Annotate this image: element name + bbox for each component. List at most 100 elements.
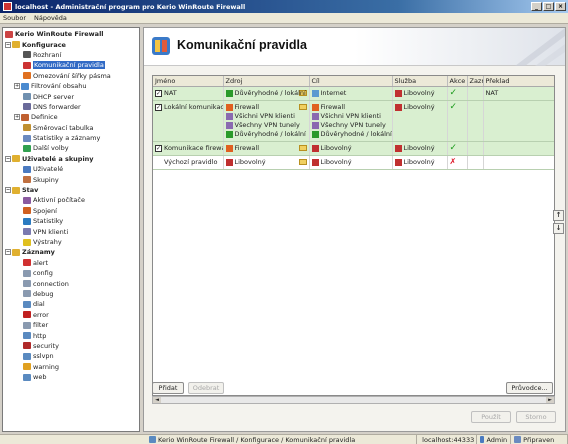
rule-service-cell[interactable]: Libovolný [392, 155, 448, 170]
tree-item-dns-forwarder[interactable]: DNS forwarder [3, 102, 139, 112]
tree-item-statistiky[interactable]: Statistiky [3, 216, 139, 226]
column-destination[interactable]: Cíl [309, 76, 393, 87]
tree-item-uzivatele[interactable]: Uživatelé [3, 164, 139, 174]
rule-dest-cell[interactable]: Internet [309, 86, 393, 101]
rule-service-cell[interactable]: Libovolný [392, 100, 448, 142]
column-source[interactable]: Zdroj [223, 76, 310, 87]
rule-name-cell[interactable]: ✓ NAT [153, 86, 224, 101]
tree-item-stav[interactable]: − Stav [3, 185, 139, 195]
tree-item-security[interactable]: security [3, 341, 139, 351]
tree-item-connection[interactable]: connection [3, 278, 139, 288]
rule-source-cell[interactable]: Důvěryhodné / lokální [223, 86, 310, 101]
tree-item-aktivni-pocitace[interactable]: Aktivní počítače [3, 195, 139, 205]
rule-translation-cell[interactable] [483, 155, 554, 170]
tree-item-filter[interactable]: filter [3, 320, 139, 330]
rule-translation-cell[interactable] [483, 100, 554, 142]
tree-item-debug[interactable]: debug [3, 289, 139, 299]
column-name[interactable]: Jméno [153, 76, 224, 87]
rule-service-cell[interactable]: Libovolný [392, 86, 448, 101]
tree-item-skupiny[interactable]: Skupiny [3, 174, 139, 184]
rule-log-cell[interactable] [467, 141, 484, 156]
tree-item-web[interactable]: web [3, 372, 139, 382]
move-down-button[interactable]: ↓ [553, 223, 564, 234]
rule-source-cell[interactable]: Firewall [223, 141, 310, 156]
tree-item-rozhrani[interactable]: Rozhraní [3, 50, 139, 60]
menu-help[interactable]: Nápověda [34, 14, 67, 22]
column-service[interactable]: Služba [392, 76, 448, 87]
rule-name-cell[interactable]: Výchozí pravidlo [153, 155, 224, 170]
minimize-button[interactable]: _ [531, 2, 542, 11]
tree-item-definice[interactable]: + Definice [3, 112, 139, 122]
collapse-icon[interactable]: − [5, 249, 11, 256]
tree-item-sslvpn[interactable]: sslvpn [3, 351, 139, 361]
reset-button[interactable]: Storno [516, 411, 556, 423]
remove-button[interactable]: Odebrat [188, 382, 224, 394]
expand-icon[interactable]: + [14, 114, 20, 121]
tree-item-vpn-klienti[interactable]: VPN klienti [3, 226, 139, 236]
table-row[interactable]: ✓ NAT Důvěryhodné / lokální Internet Libovol… [153, 86, 554, 101]
tree-item-vystrahy[interactable]: Výstrahy [3, 237, 139, 247]
horizontal-scrollbar[interactable]: ◄ ► [152, 396, 555, 404]
tree-item-dhcp-server[interactable]: DHCP server [3, 91, 139, 101]
tree-item-config[interactable]: config [3, 268, 139, 278]
tree-item-error[interactable]: error [3, 310, 139, 320]
tree-item-dial[interactable]: dial [3, 299, 139, 309]
rule-action-cell[interactable]: ✗ [447, 155, 468, 170]
tree-item-warning[interactable]: warning [3, 362, 139, 372]
rule-action-cell[interactable]: ✓ [447, 141, 468, 156]
rule-name-cell[interactable]: ✓ Lokální komunikace [153, 100, 224, 142]
tree-item-konfigurace[interactable]: − Konfigurace [3, 39, 139, 49]
tree-item-label: debug [33, 289, 54, 298]
tree-item-dalsi-volby[interactable]: Další volby [3, 143, 139, 153]
scroll-right-icon[interactable]: ► [546, 397, 554, 403]
tree-item-spojeni[interactable]: Spojení [3, 206, 139, 216]
tree-item-zaznamy[interactable]: − Záznamy [3, 247, 139, 257]
dial-icon [23, 300, 31, 308]
rule-name-cell[interactable]: ✓Komunikace firewallu [153, 141, 224, 156]
add-button[interactable]: Přidat [152, 382, 184, 394]
tree-item-label: web [33, 373, 47, 382]
collapse-icon[interactable]: − [5, 155, 11, 162]
rule-log-cell[interactable] [467, 86, 484, 101]
apply-button[interactable]: Použít [471, 411, 511, 423]
table-row[interactable]: ✓ Lokální komunikace Firewall Všichni VPN k… [153, 100, 554, 142]
tree-item-alert[interactable]: alert [3, 258, 139, 268]
rule-source-cell[interactable]: Libovolný [223, 155, 310, 170]
maximize-button[interactable]: □ [543, 2, 554, 11]
column-action[interactable]: Akce [447, 76, 468, 87]
expand-icon[interactable]: + [14, 83, 20, 90]
column-log[interactable]: Zazn [467, 76, 484, 87]
rule-enabled-checkbox[interactable]: ✓ [155, 89, 162, 97]
column-translation[interactable]: Překlad [483, 76, 554, 87]
rule-log-cell[interactable] [467, 100, 484, 142]
tree-item-uzivatele-a-skupiny[interactable]: − Uživatelé a skupiny [3, 154, 139, 164]
tree-item-http[interactable]: http [3, 330, 139, 340]
rule-enabled-checkbox[interactable]: ✓ [155, 103, 162, 111]
rule-dest-cell[interactable]: Firewall Všichni VPN klienti Všechny VPN t… [309, 100, 393, 142]
close-button[interactable]: × [555, 2, 566, 11]
rule-log-cell[interactable] [467, 155, 484, 170]
rule-action-cell[interactable]: ✓ [447, 100, 468, 142]
rule-source-cell[interactable]: Firewall Všichni VPN klienti Všechny VPN t… [223, 100, 310, 142]
collapse-icon[interactable]: − [5, 41, 11, 48]
rule-translation-cell[interactable] [483, 141, 554, 156]
rule-service-cell[interactable]: Libovolný [392, 141, 448, 156]
rule-enabled-checkbox[interactable]: ✓ [155, 144, 162, 152]
tree-item-smerovaci-tabulka[interactable]: Směrovací tabulka [3, 123, 139, 133]
rule-dest-cell[interactable]: Libovolný [309, 141, 393, 156]
wizard-button[interactable]: Průvodce... [506, 382, 553, 394]
collapse-icon[interactable]: − [5, 187, 11, 194]
move-up-button[interactable]: ↑ [553, 210, 564, 221]
tree-item-omezovani-sirky-pasma[interactable]: Omezování šířky pásma [3, 71, 139, 81]
table-row[interactable]: Výchozí pravidlo Libovolný Libovolný Libovo… [153, 155, 554, 170]
rule-dest-cell[interactable]: Libovolný [309, 155, 393, 170]
scroll-left-icon[interactable]: ◄ [153, 397, 161, 403]
tree-item-statistiky-a-zaznamy[interactable]: Statistiky a záznamy [3, 133, 139, 143]
rule-action-cell[interactable]: ✓ [447, 86, 468, 101]
tree-item-kerio-winroute-firewall[interactable]: Kerio WinRoute Firewall [3, 29, 139, 39]
table-row[interactable]: ✓Komunikace firewalluFirewallLibovolnýLi… [153, 141, 554, 156]
tree-item-komunikacni-pravidla[interactable]: Komunikační pravidla [3, 60, 139, 70]
tree-item-filtrovani-obsahu[interactable]: + Filtrování obsahu [3, 81, 139, 91]
rule-translation-cell[interactable]: NAT [483, 86, 554, 101]
menu-file[interactable]: Soubor [3, 14, 26, 22]
